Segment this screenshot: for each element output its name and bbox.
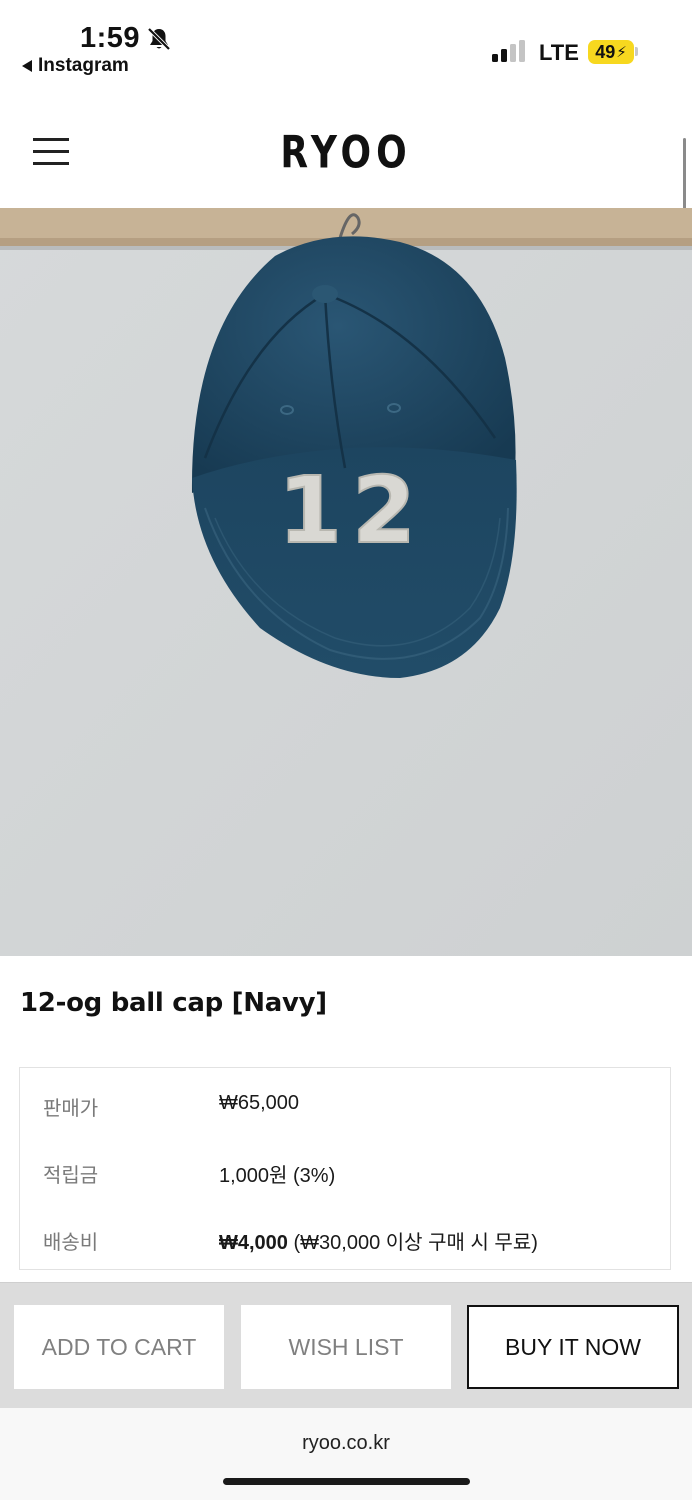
battery-level: 49: [595, 41, 616, 62]
product-image[interactable]: 12: [0, 208, 692, 956]
cap-patch-number: 12: [278, 457, 426, 564]
signal-icon: [492, 40, 525, 62]
price-label: 판매가: [43, 1098, 99, 1120]
status-bar: 1:59 Instagram LTE 49 ⚡: [0, 0, 692, 90]
product-info-table: 판매가 ₩65,000 적립금 1,000원 (3%) 배송비 ₩4,000 (…: [19, 1067, 671, 1270]
product-title: 12-og ball cap [Navy]: [20, 988, 327, 1018]
bell-muted-icon: [147, 27, 171, 51]
browser-bottom-bar: ryoo.co.kr: [0, 1408, 692, 1500]
info-row-price: 판매가 ₩65,000: [20, 1084, 672, 1124]
network-type: LTE: [539, 40, 579, 65]
url-display[interactable]: ryoo.co.kr: [0, 1432, 692, 1455]
buy-now-button[interactable]: BUY IT NOW: [467, 1305, 679, 1389]
shipping-value: ₩4,000 (₩30,000 이상 구매 시 무료): [219, 1226, 538, 1255]
points-value: 1,000원 (3%): [219, 1165, 336, 1187]
wish-list-button[interactable]: WISH LIST: [241, 1305, 451, 1389]
add-to-cart-button[interactable]: ADD TO CART: [14, 1305, 224, 1389]
site-header: RYOO: [0, 90, 692, 370]
back-app-label: Instagram: [38, 55, 129, 76]
points-label: 적립금: [43, 1165, 99, 1187]
info-row-shipping: 배송비 ₩4,000 (₩30,000 이상 구매 시 무료): [20, 1218, 672, 1258]
info-row-points: 적립금 1,000원 (3%): [20, 1151, 672, 1191]
purchase-action-bar: ADD TO CART WISH LIST BUY IT NOW: [0, 1282, 692, 1408]
home-indicator[interactable]: [223, 1478, 470, 1485]
shipping-fee: ₩4,000: [219, 1232, 288, 1254]
status-time: 1:59: [80, 22, 141, 54]
price-value: ₩65,000: [219, 1092, 300, 1114]
shipping-label: 배송비: [43, 1232, 99, 1254]
shipping-free-condition: (₩30,000 이상 구매 시 무료): [287, 1232, 538, 1254]
cap-photo: 12: [0, 208, 692, 956]
site-logo[interactable]: RYOO: [0, 127, 692, 179]
back-arrow-icon: [22, 60, 32, 72]
charging-bolt-icon: ⚡: [616, 44, 627, 61]
battery-nub: [635, 47, 638, 56]
battery-icon: 49 ⚡: [588, 40, 634, 64]
back-to-app-button[interactable]: Instagram: [22, 55, 129, 77]
